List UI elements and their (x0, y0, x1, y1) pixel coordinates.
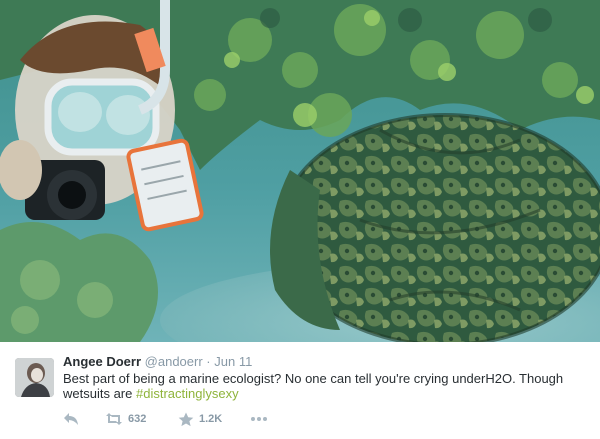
retweet-count: 632 (128, 413, 147, 425)
star-icon (178, 412, 194, 426)
tweet-content: Angee Doerr @andoerr · Jun 11 Best part … (63, 354, 593, 401)
header-separator: · (206, 354, 211, 369)
tweet-header: Angee Doerr @andoerr · Jun 11 (63, 354, 593, 370)
tweet-timestamp[interactable]: Jun 11 (214, 354, 252, 369)
tweet-actions: 632 1.2K (63, 410, 268, 428)
retweet-button[interactable]: 632 (105, 410, 178, 428)
hashtag-link[interactable]: #distractinglysexy (136, 386, 239, 401)
tweet-body: Angee Doerr @andoerr · Jun 11 Best part … (0, 342, 600, 439)
more-button[interactable] (250, 410, 268, 428)
favorite-button[interactable]: 1.2K (178, 410, 250, 428)
tweet-photo[interactable] (0, 0, 600, 342)
author-name[interactable]: Angee Doerr (63, 354, 141, 369)
reply-button[interactable] (63, 410, 105, 428)
tweet-card: Angee Doerr @andoerr · Jun 11 Best part … (0, 0, 600, 439)
author-handle[interactable]: @andoerr (145, 354, 203, 369)
tweet-text: Best part of being a marine ecologist? N… (63, 371, 593, 401)
favorite-count: 1.2K (199, 413, 223, 425)
more-dots-icon (251, 417, 267, 421)
reply-icon (64, 413, 78, 425)
avatar[interactable] (15, 358, 54, 397)
retweet-icon (106, 413, 122, 425)
avatar-image-icon (15, 358, 54, 397)
